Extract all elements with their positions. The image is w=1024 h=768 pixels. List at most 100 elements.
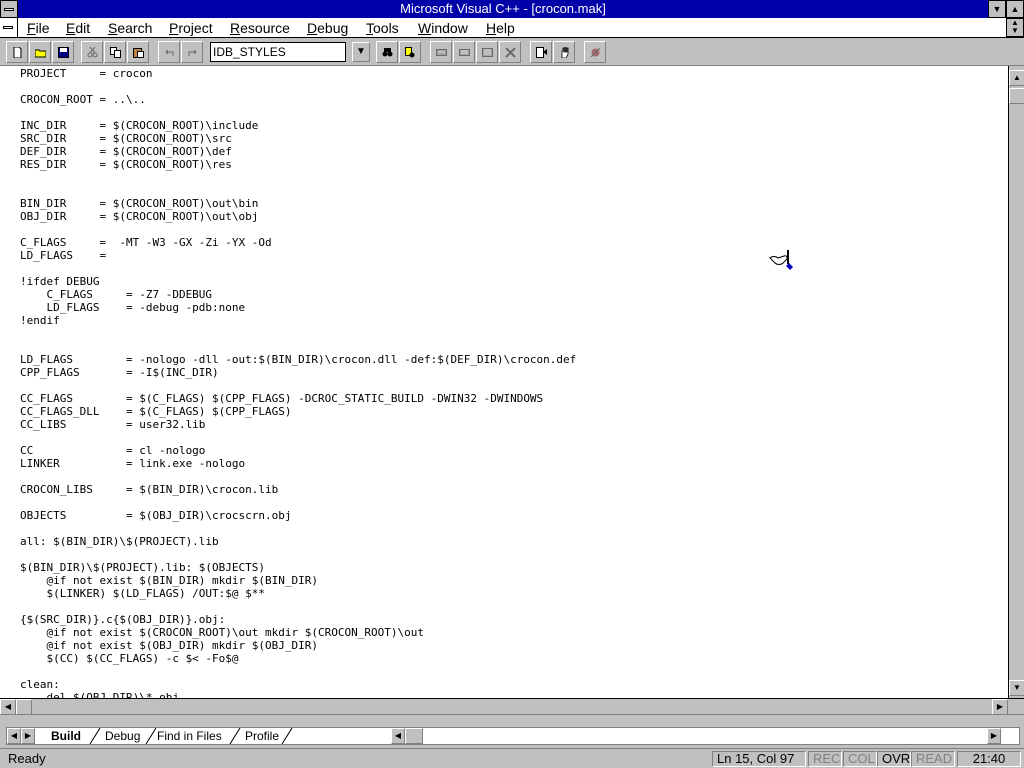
scroll-up-button[interactable]: ▲ bbox=[1009, 70, 1024, 86]
undo-button[interactable] bbox=[158, 41, 180, 63]
document-system-menu-icon[interactable] bbox=[0, 18, 18, 37]
menu-help[interactable]: Help bbox=[486, 19, 515, 37]
paste-button[interactable] bbox=[127, 41, 149, 63]
menu-search[interactable]: Search bbox=[108, 19, 152, 37]
maximize-button[interactable]: ▲ bbox=[1006, 0, 1024, 18]
code-line[interactable]: !endif bbox=[20, 314, 576, 327]
tab-prev-button[interactable]: ◀ bbox=[7, 728, 21, 744]
rebuild-all-button[interactable] bbox=[476, 41, 498, 63]
code-line[interactable]: BIN_DIR = $(CROCON_ROOT)\out\bin bbox=[20, 197, 576, 210]
code-line[interactable]: LINKER = link.exe -nologo bbox=[20, 457, 576, 470]
breakpoint-button[interactable] bbox=[584, 41, 606, 63]
code-line[interactable]: CROCON_ROOT = ..\.. bbox=[20, 93, 576, 106]
document-restore-button[interactable]: ▲ ▼ bbox=[1006, 18, 1024, 37]
run-button[interactable] bbox=[530, 41, 552, 63]
menu-edit[interactable]: Edit bbox=[66, 19, 90, 37]
menu-file[interactable]: File bbox=[27, 19, 50, 37]
code-editor[interactable]: PROJECT = crocon CROCON_ROOT = ..\.. INC… bbox=[0, 66, 1008, 698]
save-file-button[interactable] bbox=[52, 41, 74, 63]
code-line[interactable]: $(CC) $(CC_FLAGS) -c $< -Fo$@ bbox=[20, 652, 576, 665]
tab-next-button[interactable]: ▶ bbox=[21, 728, 35, 744]
code-line[interactable] bbox=[20, 522, 576, 535]
code-line[interactable]: @if not exist $(CROCON_ROOT)\out mkdir $… bbox=[20, 626, 576, 639]
code-line[interactable]: CPP_FLAGS = -I$(INC_DIR) bbox=[20, 366, 576, 379]
code-line[interactable]: RES_DIR = $(CROCON_ROOT)\res bbox=[20, 158, 576, 171]
code-line[interactable]: $(BIN_DIR)\$(PROJECT).lib: $(OBJECTS) bbox=[20, 561, 576, 574]
code-line[interactable]: CC = cl -nologo bbox=[20, 444, 576, 457]
code-line[interactable] bbox=[20, 496, 576, 509]
code-line[interactable]: PROJECT = crocon bbox=[20, 67, 576, 80]
code-line[interactable]: $(LINKER) $(LD_FLAGS) /OUT:$@ $** bbox=[20, 587, 576, 600]
output-scroll-right-button[interactable]: ▶ bbox=[987, 728, 1001, 744]
code-line[interactable] bbox=[20, 327, 576, 340]
code-line[interactable]: OBJECTS = $(OBJ_DIR)\crocscrn.obj bbox=[20, 509, 576, 522]
code-line[interactable] bbox=[20, 184, 576, 197]
code-line[interactable] bbox=[20, 431, 576, 444]
cut-button[interactable] bbox=[81, 41, 103, 63]
menu-project[interactable]: Project bbox=[169, 19, 213, 37]
code-line[interactable]: CROCON_LIBS = $(BIN_DIR)\crocon.lib bbox=[20, 483, 576, 496]
build-button[interactable] bbox=[453, 41, 475, 63]
code-line[interactable]: @if not exist $(OBJ_DIR) mkdir $(OBJ_DIR… bbox=[20, 639, 576, 652]
code-line[interactable]: !ifdef DEBUG bbox=[20, 275, 576, 288]
combo-dropdown-button[interactable]: ▼ bbox=[352, 42, 370, 62]
tab-find-in-files[interactable]: Find in Files bbox=[153, 728, 226, 744]
code-line[interactable]: SRC_DIR = $(CROCON_ROOT)\src bbox=[20, 132, 576, 145]
code-line[interactable]: OBJ_DIR = $(CROCON_ROOT)\out\obj bbox=[20, 210, 576, 223]
code-line[interactable] bbox=[20, 262, 576, 275]
menu-tools[interactable]: Tools bbox=[366, 19, 399, 37]
tab-profile[interactable]: Profile bbox=[241, 728, 283, 744]
tab-build[interactable]: Build bbox=[47, 728, 85, 744]
code-line[interactable]: clean: bbox=[20, 678, 576, 691]
new-file-button[interactable] bbox=[6, 41, 28, 63]
code-line[interactable]: LD_FLAGS = -debug -pdb:none bbox=[20, 301, 576, 314]
find-button[interactable] bbox=[376, 41, 398, 63]
code-line[interactable]: DEF_DIR = $(CROCON_ROOT)\def bbox=[20, 145, 576, 158]
minimize-button[interactable]: ▼ bbox=[988, 0, 1006, 18]
code-line[interactable] bbox=[20, 379, 576, 392]
code-line[interactable]: CC_LIBS = user32.lib bbox=[20, 418, 576, 431]
code-line[interactable] bbox=[20, 665, 576, 678]
scroll-left-button[interactable]: ◀ bbox=[0, 699, 16, 715]
code-line[interactable] bbox=[20, 171, 576, 184]
tab-debug[interactable]: Debug bbox=[101, 728, 144, 744]
code-line[interactable]: C_FLAGS = -MT -W3 -GX -Zi -YX -Od bbox=[20, 236, 576, 249]
code-line[interactable]: all: $(BIN_DIR)\$(PROJECT).lib bbox=[20, 535, 576, 548]
menu-resource[interactable]: Resource bbox=[230, 19, 290, 37]
code-line[interactable] bbox=[20, 548, 576, 561]
resource-combo-input[interactable]: IDB_STYLES bbox=[210, 42, 346, 62]
app-system-menu-icon[interactable] bbox=[0, 0, 18, 18]
copy-button[interactable] bbox=[104, 41, 126, 63]
horizontal-scrollbar[interactable]: ◀ ▶ bbox=[0, 698, 1024, 715]
code-line[interactable]: {$(SRC_DIR)}.c{$(OBJ_DIR)}.obj: bbox=[20, 613, 576, 626]
code-line[interactable] bbox=[20, 223, 576, 236]
code-line[interactable]: CC_FLAGS = $(C_FLAGS) $(CPP_FLAGS) -DCRO… bbox=[20, 392, 576, 405]
scroll-down-button[interactable]: ▼ bbox=[1009, 680, 1024, 696]
code-line[interactable]: C_FLAGS = -Z7 -DDEBUG bbox=[20, 288, 576, 301]
code-line[interactable]: INC_DIR = $(CROCON_ROOT)\include bbox=[20, 119, 576, 132]
code-line[interactable]: del $(OBJ_DIR)\*.obj bbox=[20, 691, 576, 698]
code-line[interactable] bbox=[20, 106, 576, 119]
horizontal-scroll-thumb[interactable] bbox=[16, 699, 32, 715]
title-bar[interactable]: Microsoft Visual C++ - [crocon.mak] ▼ ▲ bbox=[0, 0, 1024, 18]
output-scroll-left-button[interactable]: ◀ bbox=[391, 728, 405, 744]
find-in-files-button[interactable] bbox=[399, 41, 421, 63]
code-line[interactable]: CC_FLAGS_DLL = $(C_FLAGS) $(CPP_FLAGS) bbox=[20, 405, 576, 418]
code-line[interactable] bbox=[20, 80, 576, 93]
menu-debug[interactable]: Debug bbox=[307, 19, 348, 37]
vertical-scrollbar[interactable]: ▲ ▼ bbox=[1008, 66, 1024, 698]
code-line[interactable] bbox=[20, 600, 576, 613]
vertical-scroll-thumb[interactable] bbox=[1009, 88, 1024, 104]
output-scroll-thumb[interactable] bbox=[405, 728, 423, 744]
code-line[interactable] bbox=[20, 340, 576, 353]
code-line[interactable]: LD_FLAGS = -nologo -dll -out:$(BIN_DIR)\… bbox=[20, 353, 576, 366]
menu-window[interactable]: Window bbox=[418, 19, 468, 37]
code-line[interactable]: LD_FLAGS = bbox=[20, 249, 576, 262]
redo-button[interactable] bbox=[181, 41, 203, 63]
code-line[interactable]: @if not exist $(BIN_DIR) mkdir $(BIN_DIR… bbox=[20, 574, 576, 587]
code-line[interactable] bbox=[20, 470, 576, 483]
stop-build-button[interactable] bbox=[499, 41, 521, 63]
scroll-right-button[interactable]: ▶ bbox=[992, 699, 1008, 715]
open-file-button[interactable] bbox=[29, 41, 51, 63]
code-text[interactable]: PROJECT = crocon CROCON_ROOT = ..\.. INC… bbox=[20, 67, 576, 698]
